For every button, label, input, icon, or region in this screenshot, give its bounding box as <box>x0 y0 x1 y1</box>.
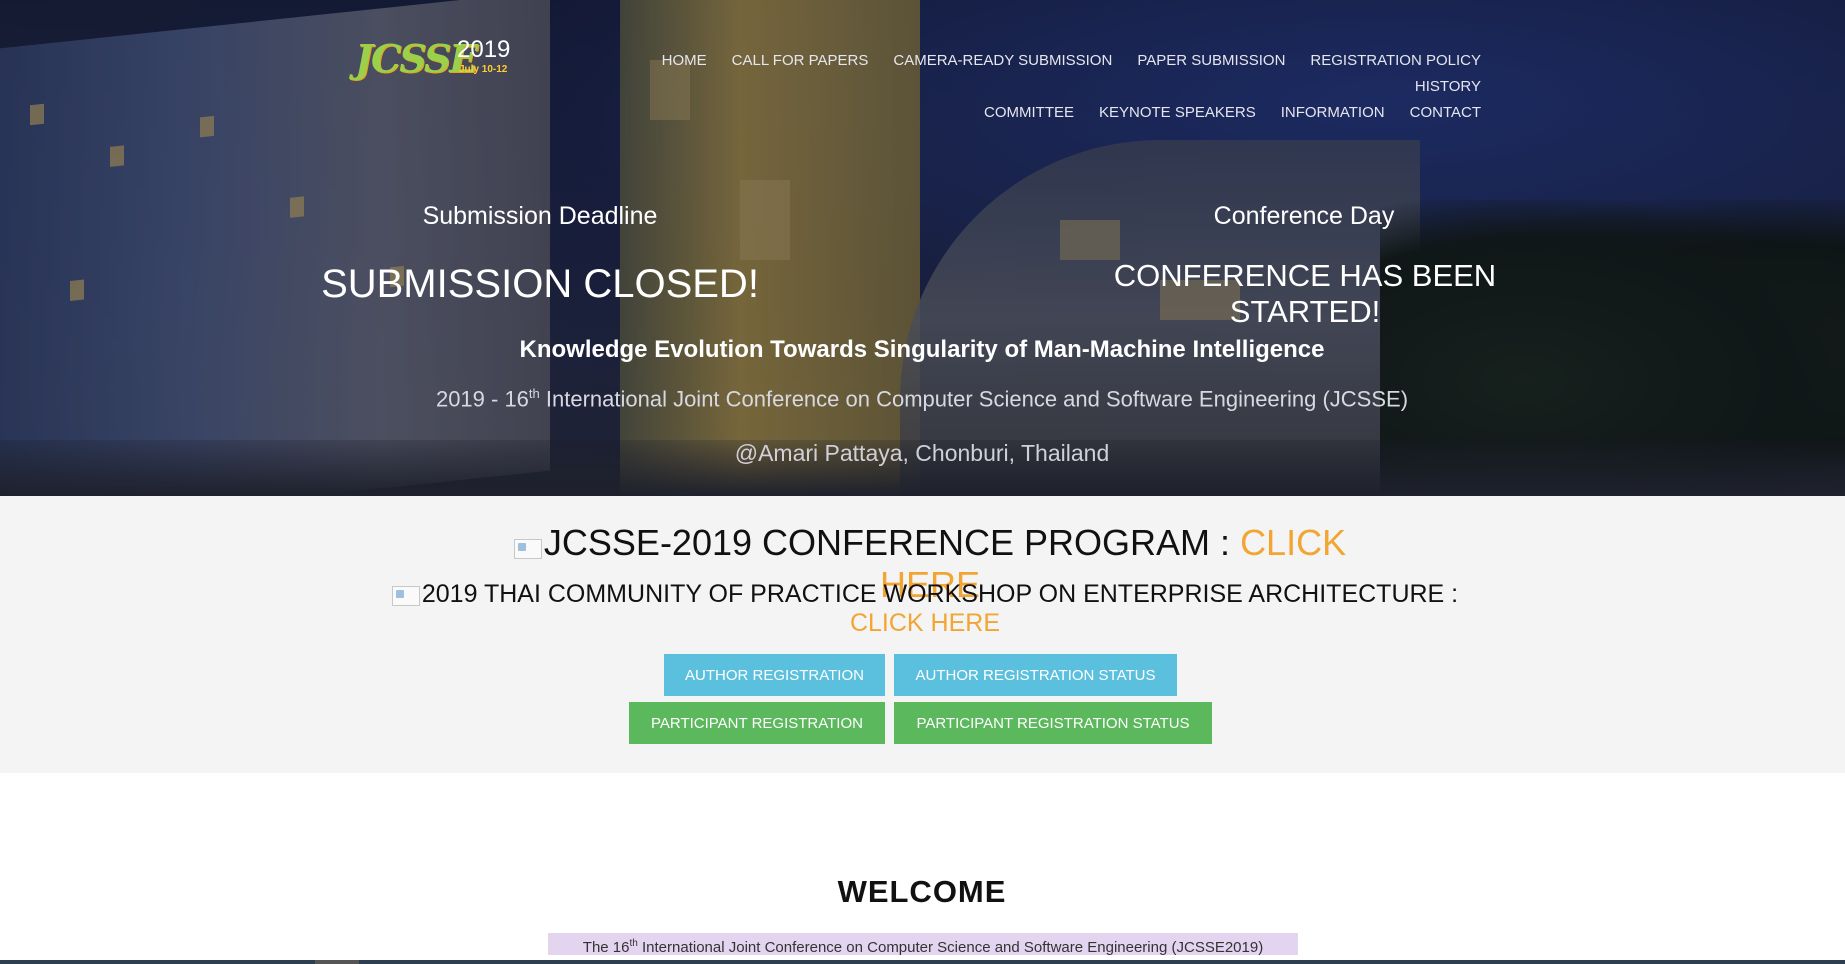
conference-venue: @Amari Pattaya, Chonburi, Thailand <box>734 440 1110 466</box>
hero-banner: JCSSE 2019 July 10-12 HOME CALL FOR PAPER… <box>0 0 1845 496</box>
nav-keynote-speakers[interactable]: KEYNOTE SPEAKERS <box>1099 100 1256 126</box>
nav-registration-policy[interactable]: REGISTRATION POLICY <box>1310 48 1481 74</box>
author-registration-status-button[interactable]: AUTHOR REGISTRATION STATUS <box>894 654 1177 696</box>
author-registration-button[interactable]: AUTHOR REGISTRATION <box>664 654 885 696</box>
workshop-line: 2019 THAI COMMUNITY OF PRACTICE WORKSHOP… <box>375 580 1475 638</box>
nav-contact[interactable]: CONTACT <box>1410 100 1481 126</box>
scrollbar-thumb[interactable] <box>315 960 359 964</box>
submission-deadline-label: Submission Deadline <box>422 202 658 230</box>
conference-day-label: Conference Day <box>1213 202 1395 230</box>
welcome-intro-text: The 16th International Joint Conference … <box>548 933 1298 956</box>
participant-registration-button[interactable]: PARTICIPANT REGISTRATION <box>629 702 885 744</box>
nav-home[interactable]: HOME <box>662 48 707 74</box>
nav-information[interactable]: INFORMATION <box>1281 100 1385 126</box>
welcome-heading: WELCOME <box>837 874 1007 909</box>
nav-call-for-papers[interactable]: CALL FOR PAPERS <box>732 48 869 74</box>
site-logo[interactable]: JCSSE 2019 July 10-12 <box>355 34 515 82</box>
logo-dates: July 10-12 <box>459 64 508 75</box>
submission-closed-status: SUBMISSION CLOSED! <box>321 262 759 306</box>
nav-history[interactable]: HISTORY <box>1415 74 1481 100</box>
main-nav: HOME CALL FOR PAPERS CAMERA-READY SUBMISSI… <box>581 48 1481 126</box>
logo-year: 2019 <box>457 36 511 63</box>
nav-camera-ready-submission[interactable]: CAMERA-READY SUBMISSION <box>893 48 1112 74</box>
nav-paper-submission[interactable]: PAPER SUBMISSION <box>1137 48 1285 74</box>
nav-committee[interactable]: COMMITTEE <box>984 100 1074 126</box>
conference-started-status: CONFERENCE HAS BEEN STARTED! <box>1113 258 1497 329</box>
participant-registration-status-button[interactable]: PARTICIPANT REGISTRATION STATUS <box>894 702 1212 744</box>
conference-full-name: 2019 - 16th International Joint Conferen… <box>435 386 1409 412</box>
conference-theme: Knowledge Evolution Towards Singularity … <box>519 336 1325 363</box>
program-section: JCSSE-2019 CONFERENCE PROGRAM : CLICK HE… <box>0 496 1845 773</box>
horizontal-scrollbar[interactable] <box>0 960 1845 964</box>
broken-image-icon <box>391 586 420 606</box>
workshop-link[interactable]: CLICK HERE <box>850 609 1000 637</box>
broken-image-icon <box>513 539 542 559</box>
